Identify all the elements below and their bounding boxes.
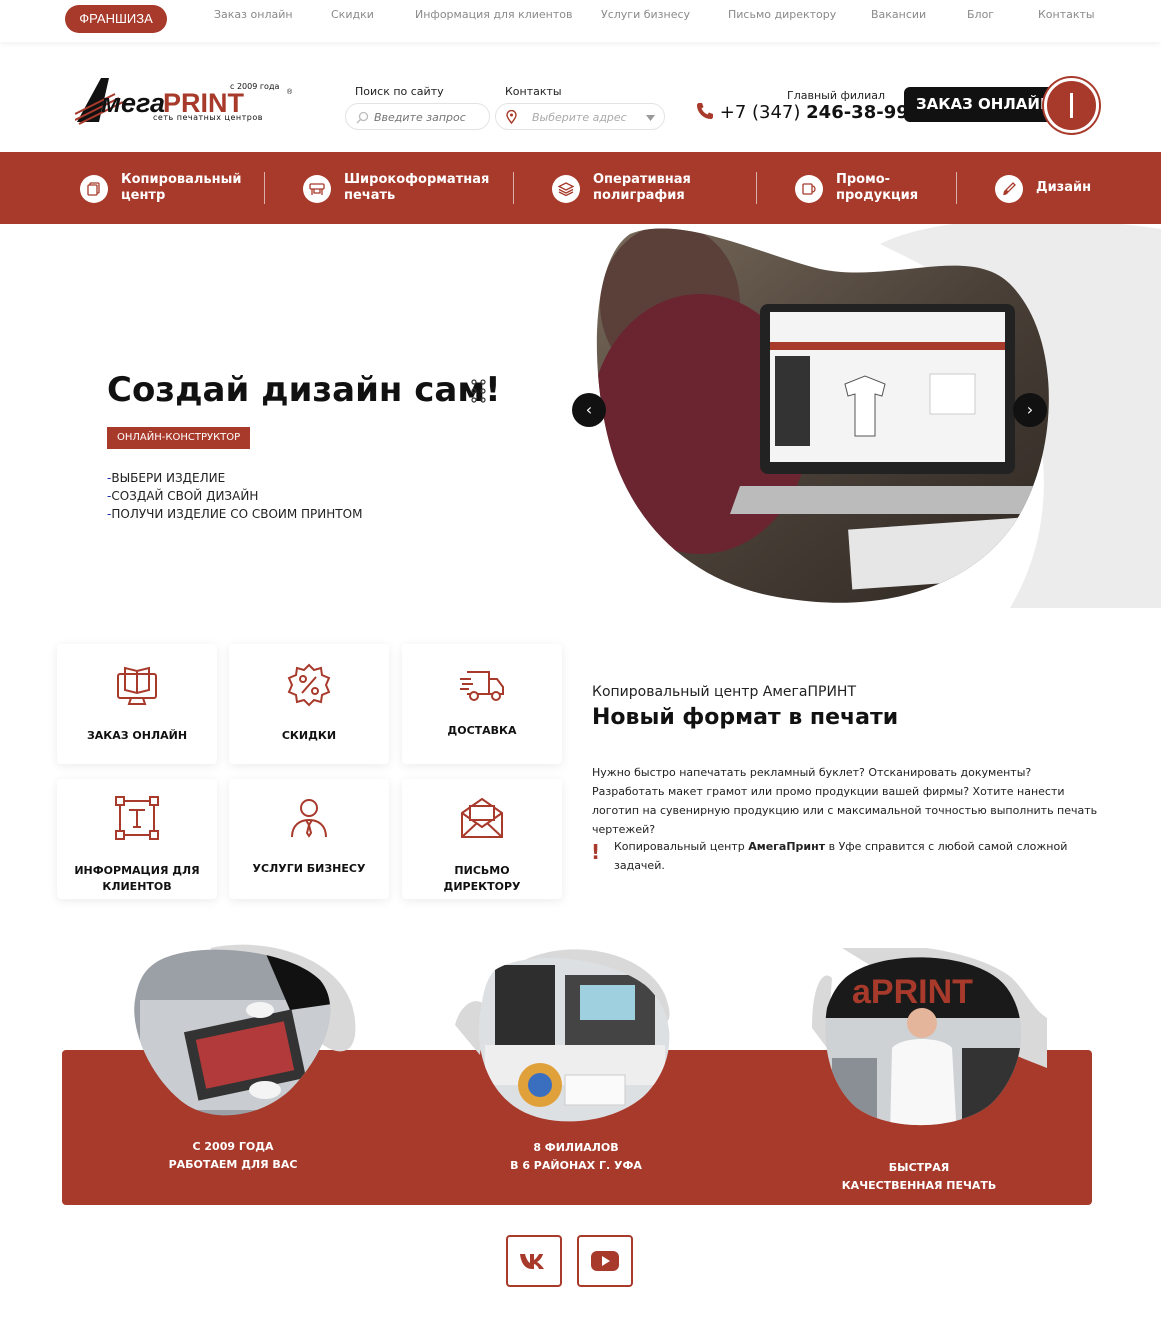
address-select[interactable]: Выберите адрес	[495, 103, 665, 130]
order-online-circle-icon[interactable]	[1044, 78, 1099, 133]
nav-label: Оперативная полиграфия	[593, 172, 691, 203]
feature-card-discounts[interactable]: СКИДКИ	[229, 644, 389, 764]
franchise-button[interactable]: ФРАНШИЗА	[65, 5, 167, 33]
topnav-link-client-info[interactable]: Информация для клиентов	[415, 8, 572, 21]
hero-image	[596, 224, 1161, 608]
address-select-value: Выберите адрес	[532, 111, 627, 124]
hero-badge[interactable]: ОНЛАЙН-КОНСТРУКТОР	[107, 427, 251, 449]
nav-item-design[interactable]: Дизайн	[995, 172, 1095, 206]
feature-label: ДОСТАВКА	[447, 724, 517, 737]
feature-card-delivery[interactable]: ДОСТАВКА	[402, 644, 562, 764]
phone-prefix: +7 (347)	[719, 102, 801, 123]
stat-image-quality: aPRINT	[812, 948, 1047, 1126]
nav-divider	[264, 172, 265, 204]
search-label: Поиск по сайту	[355, 85, 444, 98]
layers-icon	[552, 175, 580, 203]
envelope-icon	[461, 797, 503, 838]
feature-card-client-info[interactable]: ИНФОРМАЦИЯ ДЛЯ КЛИЕНТОВ	[57, 779, 217, 899]
text-frame-icon	[115, 796, 159, 840]
topnav-link-contacts[interactable]: Контакты	[1038, 8, 1095, 21]
branch-label: Главный филиал	[787, 89, 885, 102]
chevron-down-icon	[646, 115, 655, 121]
hero-step: -ВЫБЕРИ ИЗДЕЛИЕ	[107, 471, 226, 485]
brush-icon	[995, 175, 1023, 203]
vk-icon	[520, 1254, 544, 1269]
stat-image-branches	[455, 949, 670, 1122]
order-online-button[interactable]: ЗАКАЗ ОНЛАЙН	[904, 87, 1054, 122]
nav-label: Копировальный центр	[121, 172, 242, 203]
nav-item-polygraphy[interactable]: Оперативная полиграфия	[552, 172, 742, 206]
phone-main: 246-38-99	[806, 102, 909, 123]
hero-steps: -ВЫБЕРИ ИЗДЕЛИЕ -СОЗДАЙ СВОЙ ДИЗАЙН -ПОЛ…	[107, 469, 362, 523]
hero-title: Создай дизайн сам!	[107, 370, 501, 410]
topnav-link-order[interactable]: Заказ онлайн	[214, 8, 293, 21]
nav-label: Дизайн	[1036, 180, 1092, 195]
phone-number[interactable]: +7 (347) 246-38-99	[696, 102, 909, 123]
businessman-icon	[291, 799, 327, 838]
feature-card-director-letter[interactable]: ПИСЬМО ДИРЕКТОРУ	[402, 779, 562, 899]
contacts-label: Контакты	[505, 85, 562, 98]
logo-since: с 2009 года	[230, 82, 280, 91]
intro-title: Новый формат в печати	[592, 705, 899, 730]
topnav-link-director[interactable]: Письмо директору	[728, 8, 836, 21]
youtube-icon	[591, 1251, 619, 1271]
nav-label: Широкоформатная печать	[344, 172, 490, 203]
top-bar: ФРАНШИЗА Заказ онлайн Скидки Информация …	[0, 0, 1161, 42]
search-input[interactable]	[374, 108, 484, 127]
phone-icon	[697, 103, 713, 119]
nav-item-copy-center[interactable]: Копировальный центр	[80, 172, 260, 206]
main-category-nav: Копировальный центр Широкоформатная печа…	[0, 152, 1161, 224]
hero-step: -СОЗДАЙ СВОЙ ДИЗАЙН	[107, 489, 259, 503]
feature-label: СКИДКИ	[281, 729, 337, 742]
youtube-button[interactable]	[577, 1235, 633, 1287]
truck-icon	[460, 671, 504, 701]
topnav-link-vacancies[interactable]: Вакансии	[871, 8, 926, 21]
nav-item-wide-format[interactable]: Широкоформатная печать	[303, 172, 503, 206]
feature-card-order-online[interactable]: ЗАКАЗ ОНЛАЙН	[57, 644, 217, 764]
svg-text:aPRINT: aPRINT	[852, 973, 973, 1011]
svg-text:®: ®	[287, 88, 293, 96]
monitor-book-icon	[117, 666, 157, 705]
feature-label: УСЛУГИ БИЗНЕСУ	[252, 862, 366, 875]
topnav-link-blog[interactable]: Блог	[967, 8, 994, 21]
feature-label: ПИСЬМО ДИРЕКТОРУ	[443, 864, 521, 893]
feature-card-business[interactable]: УСЛУГИ БИЗНЕСУ	[229, 779, 389, 899]
nav-item-promo[interactable]: Промо- продукция	[795, 172, 945, 206]
stat-label-since: С 2009 ГОДА РАБОТАЕМ ДЛЯ ВАС	[168, 1140, 298, 1171]
feature-label: ИНФОРМАЦИЯ ДЛЯ КЛИЕНТОВ	[74, 864, 200, 893]
search-icon	[356, 111, 369, 124]
topnav-link-discounts[interactable]: Скидки	[331, 8, 374, 21]
stat-label-quality: БЫСТРАЯ КАЧЕСТВЕННАЯ ПЕЧАТЬ	[841, 1161, 997, 1192]
mug-icon	[795, 175, 823, 203]
site-logo[interactable]: мега PRINT ® с 2009 года сеть печатных ц…	[74, 74, 295, 134]
dots-grid-icon	[471, 379, 486, 403]
topnav-link-business[interactable]: Услуги бизнесу	[601, 8, 690, 21]
map-pin-icon	[506, 110, 517, 124]
intro-text: Нужно быстро напечатать рекламный буклет…	[592, 766, 1098, 836]
nav-label: Промо- продукция	[836, 172, 919, 203]
nav-divider	[956, 172, 957, 204]
intro-note: Копировальный центр АмегаПринт в Уфе спр…	[614, 840, 1068, 872]
nav-divider	[513, 172, 514, 204]
plotter-icon	[303, 175, 331, 203]
discount-icon	[287, 663, 331, 707]
nav-divider	[756, 172, 757, 204]
copy-icon	[80, 175, 108, 203]
stat-image-2009	[134, 944, 356, 1116]
slider-prev-button[interactable]: ‹	[572, 393, 606, 427]
slider-next-button[interactable]: ›	[1013, 393, 1047, 427]
intro-subtitle: Копировальный центр АмегаПРИНТ	[592, 684, 856, 700]
logo-tagline: сеть печатных центров	[153, 113, 263, 122]
search-field[interactable]	[345, 103, 490, 130]
feature-label: ЗАКАЗ ОНЛАЙН	[86, 729, 188, 742]
hero-step: -ПОЛУЧИ ИЗДЕЛИЕ СО СВОИМ ПРИНТОМ	[107, 507, 363, 521]
vk-button[interactable]	[506, 1235, 562, 1287]
stat-label-branches: 8 ФИЛИАЛОВ В 6 РАЙОНАХ Г. УФА	[510, 1141, 642, 1172]
exclamation-icon: !	[591, 840, 601, 864]
